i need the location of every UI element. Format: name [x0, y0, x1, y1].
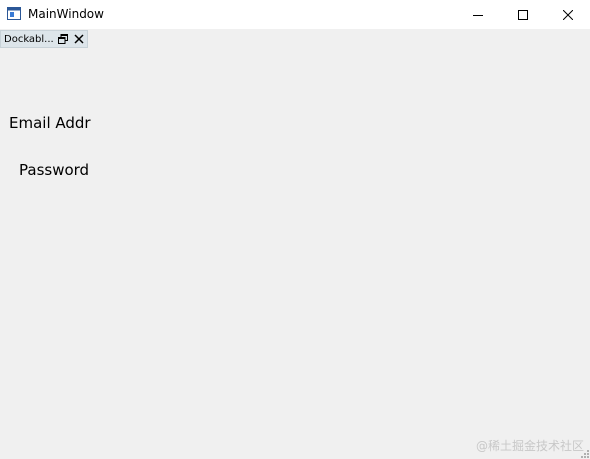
- dock-widget-title-bar[interactable]: Dockabl...: [0, 30, 88, 48]
- size-grip-icon[interactable]: [581, 450, 589, 458]
- minimize-icon: [473, 14, 483, 16]
- main-window: MainWindow Dockabl... Email Addr Passwor…: [0, 0, 590, 459]
- window-title: MainWindow: [28, 7, 104, 21]
- title-bar[interactable]: MainWindow: [0, 0, 590, 29]
- close-button[interactable]: [545, 0, 590, 29]
- window-app-icon: [7, 7, 21, 20]
- dock-close-icon[interactable]: [74, 34, 84, 44]
- email-label: Email Addr: [9, 114, 91, 132]
- dock-widget-title: Dockabl...: [4, 34, 54, 45]
- float-icon[interactable]: [58, 34, 68, 44]
- minimize-button[interactable]: [455, 0, 501, 29]
- maximize-icon: [518, 9, 528, 20]
- maximize-button[interactable]: [500, 0, 546, 29]
- watermark: @稀土掘金技术社区: [476, 439, 585, 453]
- close-icon: [563, 9, 573, 20]
- password-label: Password: [19, 161, 90, 179]
